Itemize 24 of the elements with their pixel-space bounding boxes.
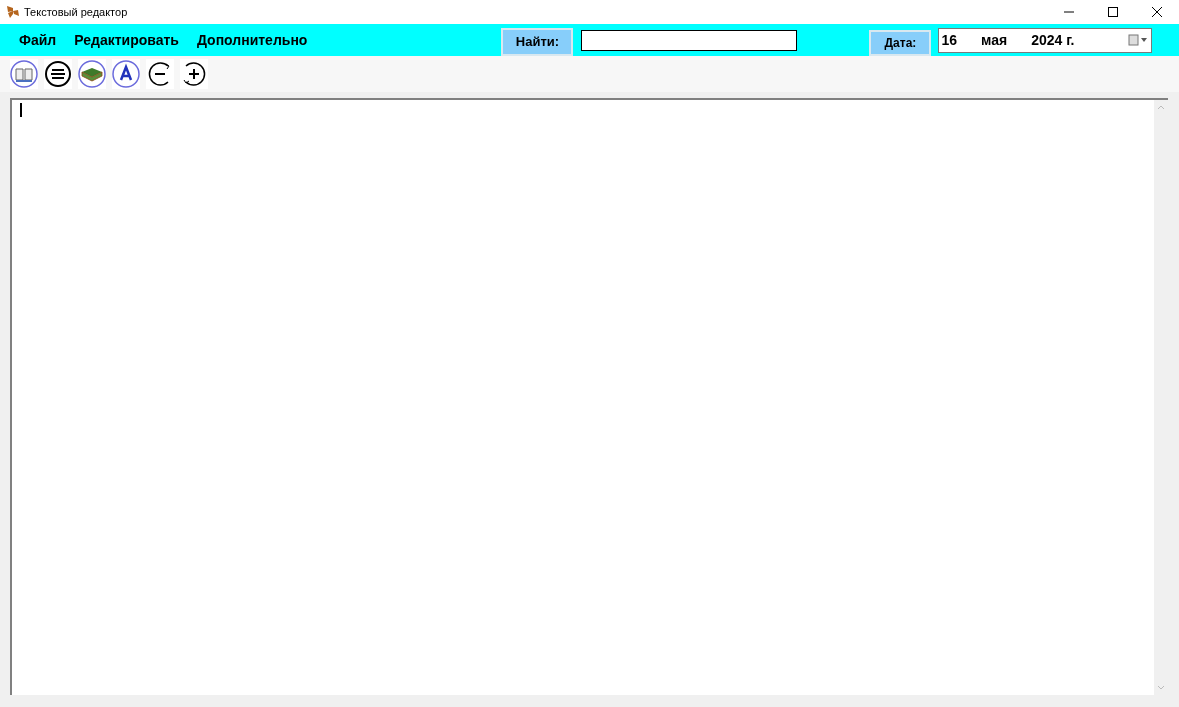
butterfly-icon: [6, 5, 20, 19]
toolbar-button[interactable]: [44, 59, 72, 89]
maximize-icon: [1108, 7, 1118, 17]
menu-item[interactable]: Файл: [19, 29, 57, 51]
date-month: мая: [981, 30, 1008, 50]
book-icon: [10, 60, 38, 88]
menu-item[interactable]: Редактировать: [74, 29, 179, 51]
toolbar-button[interactable]: [112, 59, 140, 89]
search-field[interactable]: [581, 29, 798, 51]
calendar-dropdown-icon: [1128, 34, 1149, 46]
toolbar-button[interactable]: [180, 59, 208, 89]
date-picker[interactable]: 16 мая 2024 г.: [938, 27, 1153, 53]
menu-icon: [44, 60, 72, 88]
toolbar-button[interactable]: [146, 59, 174, 89]
close-icon: [1152, 7, 1162, 17]
text-cursor: [20, 103, 22, 117]
books-icon: [78, 60, 106, 88]
menu-item[interactable]: Дополнительно: [196, 29, 308, 51]
date-day: 16: [941, 29, 957, 51]
font-icon: [112, 60, 140, 88]
date-year: 2024 г.: [1031, 30, 1075, 50]
window-title: Текстовый редактор: [24, 4, 128, 20]
date-label: Дата:: [869, 30, 932, 56]
search-label: Найти:: [501, 28, 574, 56]
